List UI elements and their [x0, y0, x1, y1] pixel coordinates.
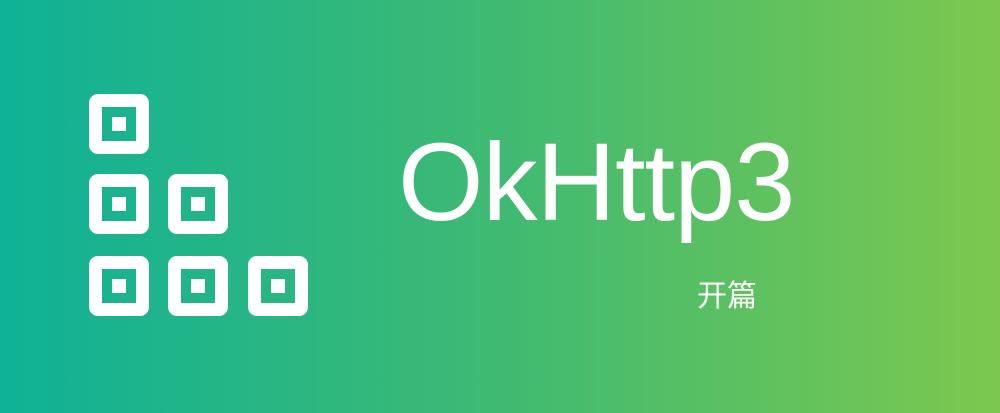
logo-block	[89, 94, 149, 154]
logo-block-dot	[271, 279, 285, 293]
page-subtitle: 开篇	[697, 279, 757, 314]
logo-block-dot	[112, 117, 126, 131]
logo-block	[168, 256, 228, 316]
logo-block-dot	[112, 279, 126, 293]
page-title: OkHttp3	[398, 121, 795, 244]
logo-block	[89, 174, 149, 234]
logo-block	[248, 256, 308, 316]
logo-block	[89, 256, 149, 316]
logo-block-dot	[112, 197, 126, 211]
banner: OkHttp3 开篇	[0, 0, 1000, 413]
logo-block-dot	[191, 197, 205, 211]
logo-block	[168, 174, 228, 234]
logo-block-dot	[191, 279, 205, 293]
